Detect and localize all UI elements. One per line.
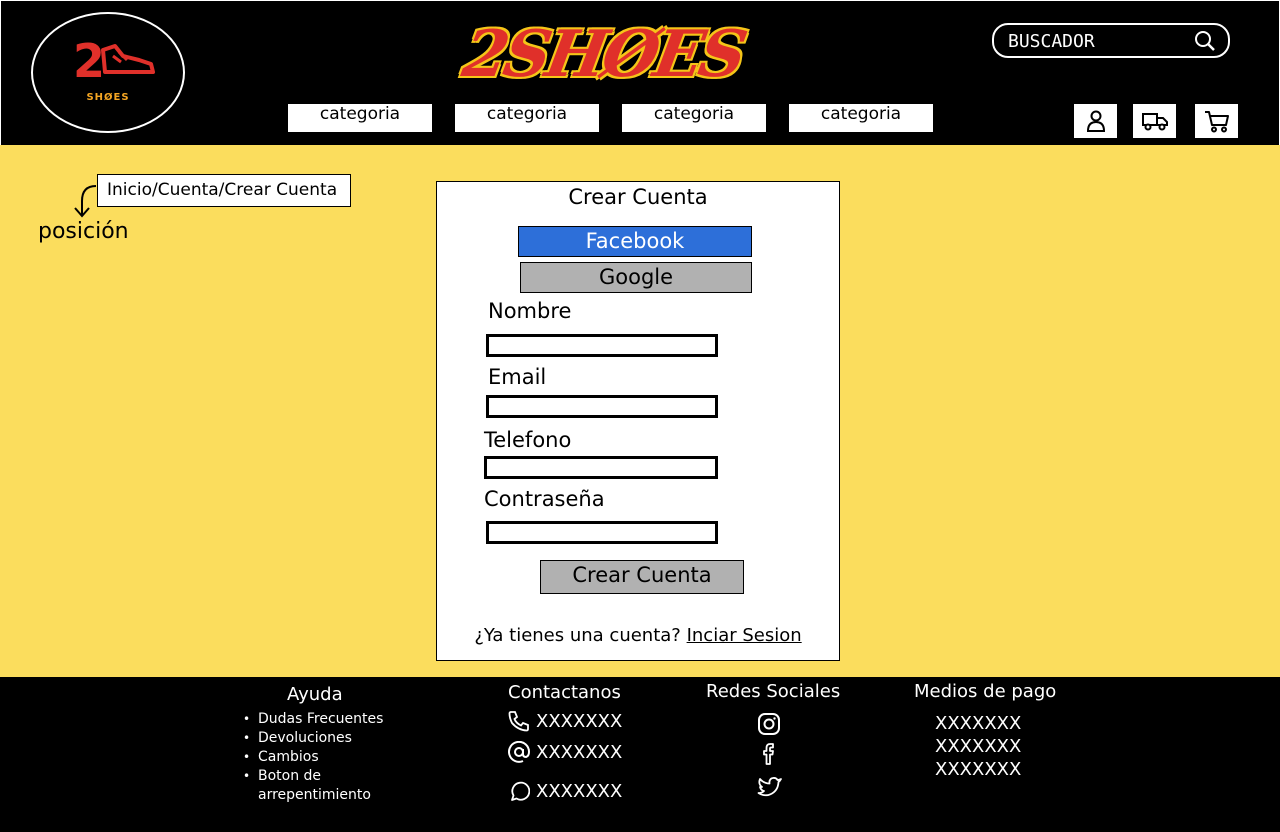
contact-chat-row[interactable]: XXXXXXX xyxy=(508,780,622,802)
login-prompt-text: ¿Ya tienes una cuenta? xyxy=(474,625,681,646)
arrow-down-icon xyxy=(74,185,97,218)
breadcrumb[interactable]: Inicio/Cuenta/Crear Cuenta xyxy=(97,174,351,207)
sneaker-icon xyxy=(101,44,155,74)
name-field[interactable] xyxy=(486,334,718,357)
facebook-icon[interactable] xyxy=(757,742,781,766)
contact-email-row[interactable]: XXXXXXX xyxy=(508,741,622,763)
cart-icon xyxy=(1204,111,1229,133)
phone-icon xyxy=(508,711,529,732)
cart-button[interactable] xyxy=(1195,104,1238,138)
help-returns-link[interactable]: Devoluciones xyxy=(243,729,383,748)
help-list: Dudas Frecuentes Devoluciones Cambios Bo… xyxy=(243,710,383,805)
search-input[interactable] xyxy=(1008,29,1188,53)
user-icon xyxy=(1086,110,1105,132)
password-label: Contraseña xyxy=(484,487,605,511)
brand-title: 2SHØES xyxy=(457,17,749,92)
shipping-button[interactable] xyxy=(1133,104,1176,138)
help-faq-link[interactable]: Dudas Frecuentes xyxy=(243,710,383,729)
contact-email-text: XXXXXXX xyxy=(536,741,623,763)
payment-method-3: XXXXXXX xyxy=(935,759,1022,780)
payment-heading: Medios de pago xyxy=(914,681,1057,702)
at-icon xyxy=(508,741,530,763)
position-label: posición xyxy=(38,219,129,244)
contact-phone-row[interactable]: XXXXXXX xyxy=(508,710,622,732)
login-link[interactable]: Inciar Sesion xyxy=(687,625,802,646)
form-title: Crear Cuenta xyxy=(568,185,708,209)
search-icon[interactable] xyxy=(1194,30,1216,52)
facebook-signup-button[interactable]: Facebook xyxy=(518,226,752,257)
payment-list: XXXXXXX XXXXXXX XXXXXXX xyxy=(935,712,1021,781)
email-label: Email xyxy=(488,365,547,389)
logo[interactable]: 2 SHØES xyxy=(31,12,185,133)
help-heading: Ayuda xyxy=(287,684,343,705)
chat-icon xyxy=(511,781,530,801)
google-signup-button[interactable]: Google xyxy=(520,262,752,293)
payment-method-2: XXXXXXX xyxy=(935,736,1022,757)
password-field[interactable] xyxy=(486,521,718,544)
truck-icon xyxy=(1141,113,1168,131)
help-withdrawal-line2: arrepentimiento xyxy=(258,787,371,803)
phone-field[interactable] xyxy=(484,456,718,479)
login-prompt-row: ¿Ya tienes una cuenta? Inciar Sesion xyxy=(437,625,839,646)
create-account-button[interactable]: Crear Cuenta xyxy=(540,560,744,594)
logo-tagline: SHØES xyxy=(86,92,130,103)
main-content: Inicio/Cuenta/Crear Cuenta posición Crea… xyxy=(0,145,1280,677)
help-exchanges-link[interactable]: Cambios xyxy=(243,748,383,767)
account-button[interactable] xyxy=(1074,104,1117,138)
payment-method-1: XXXXXXX xyxy=(935,713,1022,734)
create-account-form: Crear Cuenta Facebook Google Nombre Emai… xyxy=(436,181,840,661)
phone-label: Telefono xyxy=(484,428,572,452)
instagram-icon[interactable] xyxy=(757,712,781,736)
help-withdrawal-link[interactable]: Boton de arrepentimiento xyxy=(243,767,383,805)
contact-heading: Contactanos xyxy=(508,682,621,703)
header: 2 SHØES 2SHØES categoria categoria categ… xyxy=(0,0,1280,145)
twitter-icon[interactable] xyxy=(757,775,783,799)
category-1-button[interactable]: categoria xyxy=(288,104,432,132)
name-label: Nombre xyxy=(488,299,572,323)
social-heading: Redes Sociales xyxy=(706,681,841,702)
help-withdrawal-line1: Boton de xyxy=(258,768,322,784)
footer: Ayuda Dudas Frecuentes Devoluciones Camb… xyxy=(0,677,1280,832)
contact-phone-text: XXXXXXX xyxy=(536,710,623,732)
contact-chat-text: XXXXXXX xyxy=(536,780,623,802)
category-2-button[interactable]: categoria xyxy=(455,104,599,132)
category-4-button[interactable]: categoria xyxy=(789,104,933,132)
search-box xyxy=(992,23,1230,58)
category-3-button[interactable]: categoria xyxy=(622,104,766,132)
email-field[interactable] xyxy=(486,395,718,418)
